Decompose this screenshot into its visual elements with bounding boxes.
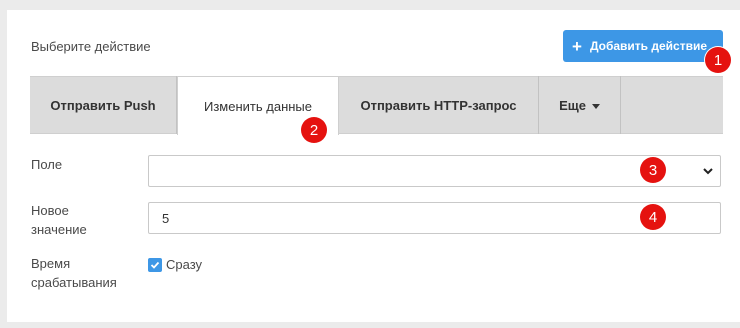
choose-action-label: Выберите действие bbox=[31, 39, 151, 54]
new-value-input[interactable]: 5 bbox=[148, 202, 721, 234]
tab-send-http-request-label: Отправить HTTP-запрос bbox=[360, 97, 517, 113]
add-action-button[interactable]: + Добавить действие bbox=[563, 30, 723, 62]
checkmark-icon bbox=[150, 261, 160, 269]
action-tabs: Отправить Push Изменить данные Отправить… bbox=[30, 76, 723, 135]
plus-icon: + bbox=[572, 36, 582, 56]
immediately-option[interactable]: Сразу bbox=[148, 257, 202, 272]
new-value-label: Новое значение bbox=[31, 203, 87, 238]
tab-send-push[interactable]: Отправить Push bbox=[30, 76, 177, 134]
annotation-badge-4: 4 bbox=[640, 204, 666, 230]
tab-send-http-request[interactable]: Отправить HTTP-запрос bbox=[339, 76, 539, 134]
field-select[interactable] bbox=[148, 155, 721, 187]
immediately-checkbox[interactable] bbox=[148, 257, 162, 272]
tab-send-push-label: Отправить Push bbox=[50, 97, 156, 113]
annotation-badge-3: 3 bbox=[640, 157, 666, 183]
trigger-time-label: Время срабатывания bbox=[31, 256, 117, 291]
new-value-text: 5 bbox=[162, 210, 170, 226]
caret-down-icon bbox=[591, 103, 600, 109]
new-value-label-line2: значение bbox=[31, 222, 87, 237]
action-panel: Выберите действие + Добавить действие От… bbox=[7, 10, 740, 322]
add-action-label: Добавить действие bbox=[589, 39, 708, 53]
trigger-time-label-line2: срабатывания bbox=[31, 275, 117, 290]
immediately-label: Сразу bbox=[166, 257, 203, 272]
field-label: Поле bbox=[31, 157, 63, 172]
trigger-time-label-line1: Время bbox=[31, 256, 71, 271]
tab-change-data-label: Изменить данные bbox=[204, 98, 312, 114]
annotation-badge-2: 2 bbox=[301, 117, 327, 143]
chevron-down-icon bbox=[703, 168, 713, 175]
tab-more[interactable]: Еще bbox=[539, 76, 621, 134]
annotation-badge-1: 1 bbox=[705, 47, 731, 73]
new-value-label-line1: Новое bbox=[31, 203, 69, 218]
tab-more-label: Еще bbox=[559, 97, 586, 113]
